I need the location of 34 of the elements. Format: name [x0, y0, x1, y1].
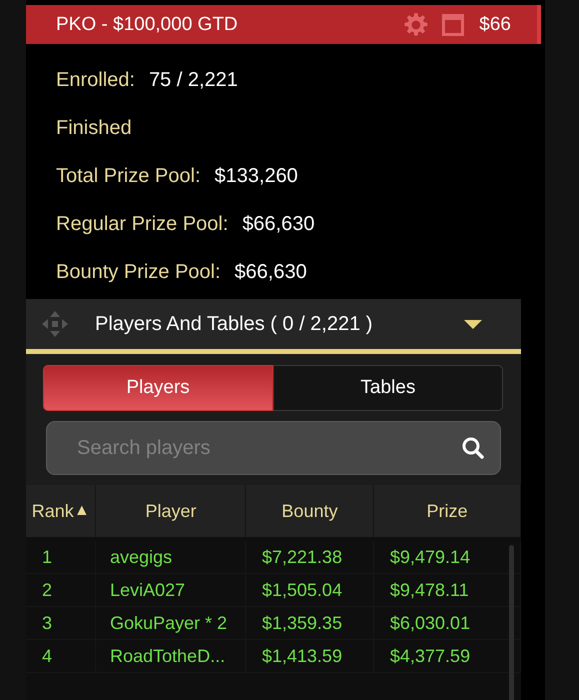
tab[interactable]: Players — [43, 365, 273, 411]
table-cell: avegigs — [96, 541, 246, 573]
table-cell: 3 — [26, 607, 96, 639]
info-label: Finished — [56, 116, 132, 140]
info-label: Regular Prize Pool: — [56, 212, 228, 236]
info-value: 75 / 2,221 — [148, 68, 238, 92]
window-icon[interactable] — [441, 12, 466, 36]
table-cell: $1,359.35 — [246, 607, 374, 639]
info-label: Bounty Prize Pool: — [56, 260, 221, 284]
info-label: Total Prize Pool: — [56, 164, 201, 188]
section-header[interactable]: Players And Tables ( 0 / 2,221 ) — [26, 299, 521, 354]
table-cell: $1,413.59 — [246, 640, 374, 672]
search-field[interactable]: Search players — [46, 421, 501, 475]
tournament-title: PKO - $100,000 GTD — [56, 14, 239, 36]
caret-icon[interactable] — [463, 318, 483, 330]
section-title: Players And Tables ( 0 / 2,221 ) — [95, 312, 374, 336]
table-cell: $1,505.04 — [246, 574, 374, 606]
table-cell: 2 — [26, 574, 96, 606]
table-cell: $7,221.38 — [246, 541, 374, 573]
info-value: $133,260 — [214, 164, 298, 188]
table-cell: 1 — [26, 541, 96, 573]
table-cell: GokuPayer * 2 — [96, 607, 246, 639]
table-cell: RoadTotheD... — [96, 640, 246, 672]
info-value: $66,630 — [234, 260, 307, 284]
buy-in-amount: $66 — [479, 14, 511, 36]
tab[interactable]: Tables — [273, 365, 503, 411]
move-icon[interactable] — [40, 309, 70, 339]
scrollbar[interactable] — [509, 545, 514, 700]
settings-icon[interactable] — [403, 12, 430, 38]
info-label: Enrolled: — [56, 68, 135, 92]
table-cell: LeviA027 — [96, 574, 246, 606]
table-cell: 4 — [26, 640, 96, 672]
info-value: $66,630 — [242, 212, 315, 236]
search-icon[interactable] — [461, 436, 485, 460]
